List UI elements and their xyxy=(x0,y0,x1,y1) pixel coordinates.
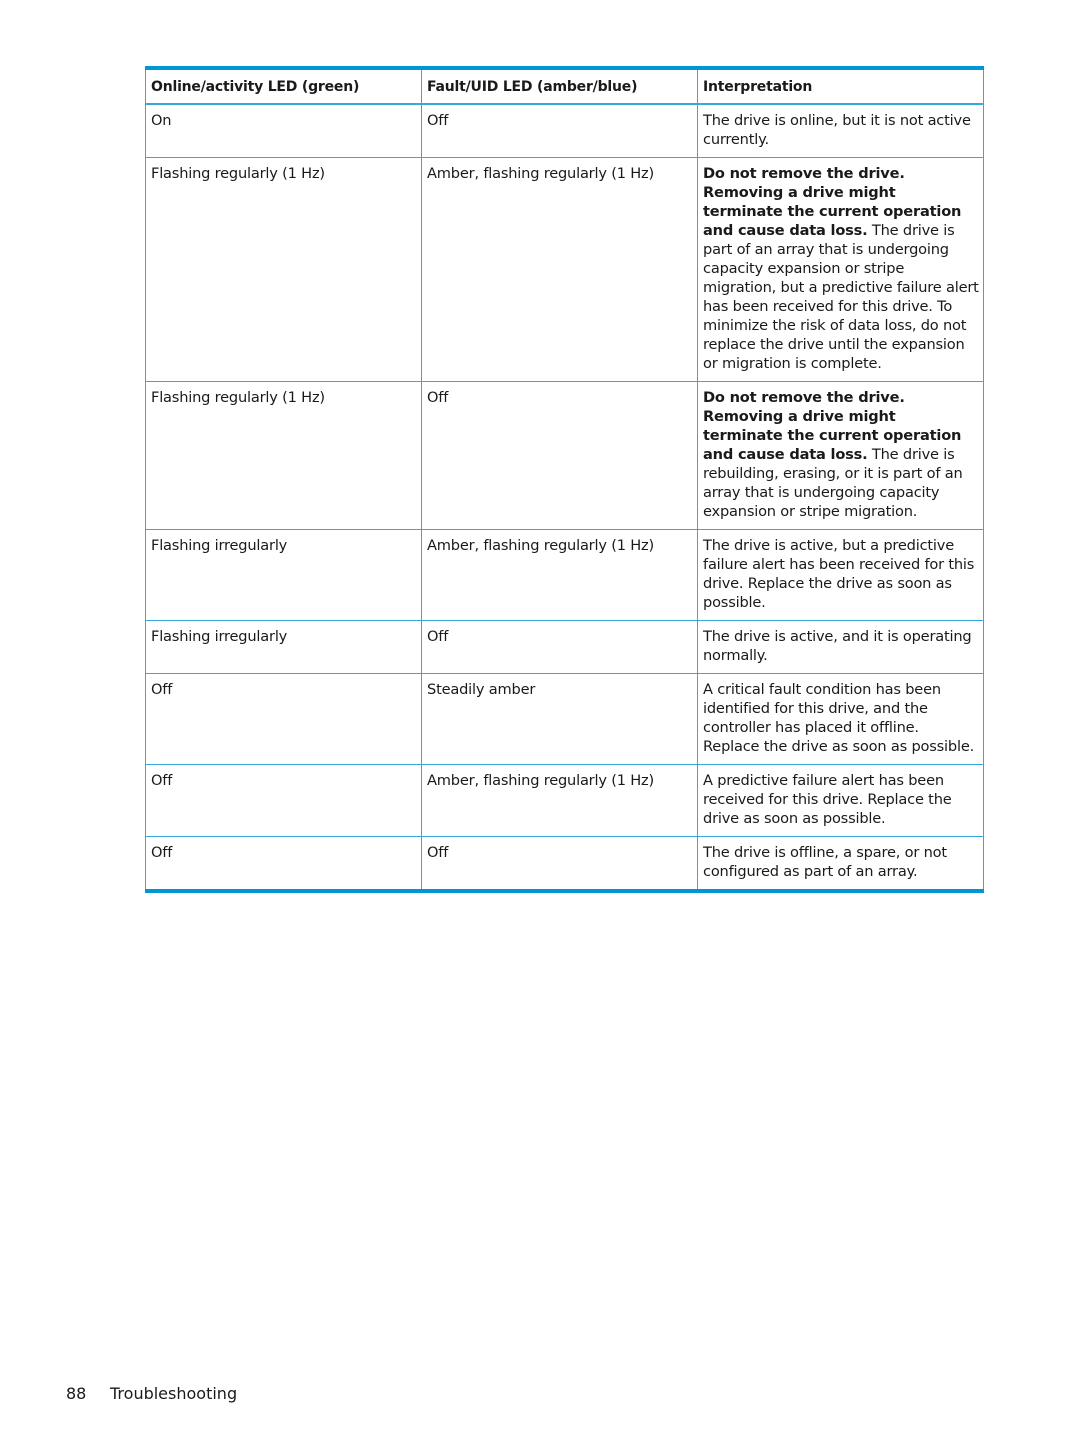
interpretation-cell: The drive is active, and it is operating… xyxy=(697,620,984,674)
table-header-row: Online/activity LED (green) Fault/UID LE… xyxy=(145,67,984,105)
fault-led-cell: Off xyxy=(421,103,698,158)
header-online-led: Online/activity LED (green) xyxy=(145,67,422,105)
table-row: Flashing regularly (1 Hz) Amber, flashin… xyxy=(145,157,984,382)
page-number: 88 xyxy=(66,1384,87,1403)
interpretation-cell: A predictive failure alert has been rece… xyxy=(697,764,984,837)
led-status-table: Online/activity LED (green) Fault/UID LE… xyxy=(145,66,984,893)
table-row: Flashing regularly (1 Hz) Off Do not rem… xyxy=(145,381,984,530)
interpretation-text: A predictive failure alert has been rece… xyxy=(703,772,952,827)
interpretation-text: The drive is active, and it is operating… xyxy=(703,628,972,664)
fault-led-cell: Amber, flashing regularly (1 Hz) xyxy=(421,764,698,837)
online-led-cell: Off xyxy=(145,836,422,892)
interpretation-cell: A critical fault condition has been iden… xyxy=(697,673,984,765)
page-footer: 88 Troubleshooting xyxy=(66,1384,237,1403)
table-row: Flashing irregularly Off The drive is ac… xyxy=(145,620,984,674)
online-led-cell: On xyxy=(145,103,422,158)
table-row: On Off The drive is online, but it is no… xyxy=(145,103,984,158)
fault-led-cell: Off xyxy=(421,620,698,674)
table-row: Off Amber, flashing regularly (1 Hz) A p… xyxy=(145,764,984,837)
table-row: Off Off The drive is offline, a spare, o… xyxy=(145,836,984,892)
fault-led-cell: Off xyxy=(421,836,698,892)
interpretation-text: The drive is online, but it is not activ… xyxy=(703,112,971,148)
online-led-cell: Flashing regularly (1 Hz) xyxy=(145,381,422,530)
fault-led-cell: Amber, flashing regularly (1 Hz) xyxy=(421,157,698,382)
interpretation-cell: The drive is online, but it is not activ… xyxy=(697,103,984,158)
online-led-cell: Off xyxy=(145,764,422,837)
online-led-cell: Off xyxy=(145,673,422,765)
interpretation-cell: Do not remove the drive. Removing a driv… xyxy=(697,157,984,382)
fault-led-cell: Off xyxy=(421,381,698,530)
online-led-cell: Flashing irregularly xyxy=(145,529,422,621)
table-row: Off Steadily amber A critical fault cond… xyxy=(145,673,984,765)
interpretation-text: The drive is part of an array that is un… xyxy=(703,222,979,372)
interpretation-text: The drive is offline, a spare, or not co… xyxy=(703,844,947,880)
table-row: Flashing irregularly Amber, flashing reg… xyxy=(145,529,984,621)
interpretation-text: A critical fault condition has been iden… xyxy=(703,681,975,755)
fault-led-cell: Steadily amber xyxy=(421,673,698,765)
header-interpretation: Interpretation xyxy=(697,67,984,105)
footer-section-title: Troubleshooting xyxy=(110,1384,238,1403)
interpretation-text: The drive is active, but a predictive fa… xyxy=(703,537,975,611)
header-fault-led: Fault/UID LED (amber/blue) xyxy=(421,67,698,105)
online-led-cell: Flashing irregularly xyxy=(145,620,422,674)
online-led-cell: Flashing regularly (1 Hz) xyxy=(145,157,422,382)
interpretation-cell: The drive is active, but a predictive fa… xyxy=(697,529,984,621)
interpretation-cell: The drive is offline, a spare, or not co… xyxy=(697,836,984,892)
interpretation-cell: Do not remove the drive. Removing a driv… xyxy=(697,381,984,530)
fault-led-cell: Amber, flashing regularly (1 Hz) xyxy=(421,529,698,621)
